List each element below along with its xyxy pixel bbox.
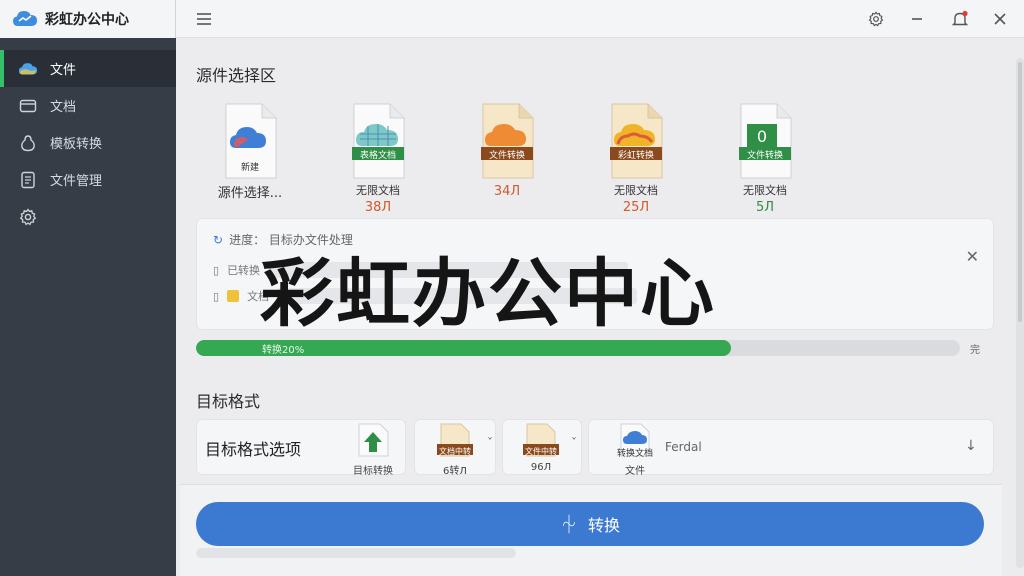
gear-icon bbox=[18, 207, 38, 227]
minimize-button[interactable] bbox=[905, 7, 929, 31]
source-file-card[interactable]: 新建 源件选择... bbox=[200, 102, 300, 201]
main-content: 源件选择区 新建 源件选择... 表格文档 无限文档 38Л 文件转换 34Л … bbox=[176, 38, 1024, 576]
close-window-button[interactable] bbox=[988, 7, 1012, 31]
file-icon: ▯ bbox=[213, 263, 220, 277]
sidebar-item-label: 文件管理 bbox=[50, 174, 103, 189]
app-title: 彩虹办公中心 bbox=[45, 12, 129, 28]
upload-arrow-icon bbox=[358, 423, 389, 457]
source-file-card[interactable]: 彩虹转换 无限文档 25Л bbox=[586, 102, 686, 215]
notification-button[interactable] bbox=[948, 7, 972, 31]
file-caption: 无限文档 bbox=[743, 184, 787, 197]
hamburger-icon bbox=[197, 13, 211, 25]
top-bar bbox=[176, 0, 1024, 38]
folder-icon bbox=[18, 96, 38, 116]
file-caption: 无限文档 bbox=[356, 184, 400, 197]
sidebar-item-label: 文档 bbox=[50, 100, 77, 115]
source-file-card[interactable]: 0 文件转换 无限文档 5Л bbox=[715, 102, 815, 215]
target-format-item: 文档中转 6转Л bbox=[429, 422, 481, 477]
format-caption: 96Л bbox=[530, 462, 552, 473]
sidebar: 彩虹办公中心 文件 文档 模板转换 文件管理 bbox=[0, 0, 176, 576]
format-caption: 文件 bbox=[625, 466, 645, 477]
minimize-icon bbox=[912, 18, 922, 20]
bell-icon bbox=[951, 10, 969, 26]
rainbow-file-icon: 彩虹转换 bbox=[608, 102, 664, 180]
file-badge: 新建 bbox=[240, 163, 259, 173]
convert-icon: ⏆ bbox=[559, 515, 578, 536]
format-caption: 目标转换 bbox=[353, 466, 393, 477]
sidebar-item-docs[interactable]: 文档 bbox=[0, 87, 176, 124]
close-icon bbox=[994, 13, 1006, 25]
target-format-card[interactable]: 文档中转 6转Л ˇ bbox=[414, 419, 496, 477]
svg-text:0: 0 bbox=[757, 127, 767, 146]
target-format-select[interactable]: 转换文档 文件 Ferdal ↓ bbox=[588, 419, 994, 477]
file-caption: 源件选择... bbox=[217, 186, 283, 201]
target-format-item: 转换文档 文件 bbox=[609, 422, 661, 477]
folder-icon bbox=[227, 290, 240, 302]
app-brand: 彩虹办公中心 bbox=[0, 0, 176, 38]
orange-file-icon: 文件转换 bbox=[479, 102, 535, 180]
target-format-item: 文件中转 96Л bbox=[515, 422, 567, 473]
format-dropdown-value: Ferdal bbox=[665, 440, 702, 454]
file-icon: ▯ bbox=[213, 289, 220, 303]
target-section-title: 目标格式 bbox=[196, 392, 261, 411]
task-row-label: 已转换 bbox=[227, 264, 261, 277]
target-option-label: 目标格式选项 bbox=[205, 440, 302, 459]
format-caption: 6转Л bbox=[443, 466, 467, 477]
format-badge: 转换文档 bbox=[616, 449, 653, 459]
refresh-icon: ↻ bbox=[213, 232, 224, 247]
file-size: 38Л bbox=[364, 200, 392, 215]
file-caption: 无限文档 bbox=[614, 184, 658, 197]
cloud-file-icon: 新建 bbox=[222, 102, 278, 180]
chevron-down-icon: ˇ bbox=[571, 436, 577, 450]
document-icon bbox=[18, 170, 38, 190]
file-badge: 文件转换 bbox=[746, 151, 783, 161]
file-size: 34Л bbox=[493, 184, 521, 199]
chevron-down-icon: ˇ bbox=[487, 436, 493, 450]
format-badge: 文档中转 bbox=[439, 447, 471, 456]
sidebar-nav: 文件 文档 模板转换 文件管理 bbox=[0, 50, 176, 235]
convert-button[interactable]: ⏆ 转换 bbox=[196, 502, 984, 546]
target-format-panel: 目标格式选项 目标转换 bbox=[196, 419, 406, 477]
progress-end-label: 完 bbox=[970, 345, 980, 356]
sidebar-item-files[interactable]: 文件 bbox=[0, 50, 176, 87]
cloud-icon bbox=[18, 59, 38, 79]
settings-button[interactable] bbox=[864, 7, 888, 31]
close-task-button[interactable]: ✕ bbox=[966, 247, 979, 266]
source-file-card[interactable]: 表格文档 无限文档 38Л bbox=[328, 102, 428, 215]
vertical-scrollbar-thumb[interactable] bbox=[1018, 62, 1022, 322]
horizontal-scrollbar[interactable] bbox=[196, 548, 516, 558]
sidebar-item-label: 模板转换 bbox=[50, 137, 103, 152]
app-logo-icon bbox=[13, 11, 37, 26]
overlay-title: 彩虹办公中心 bbox=[260, 251, 716, 337]
sidebar-item-settings[interactable] bbox=[0, 198, 176, 235]
download-icon[interactable]: ↓ bbox=[965, 438, 977, 454]
source-file-card[interactable]: 文件转换 34Л bbox=[457, 102, 557, 199]
menu-button[interactable] bbox=[192, 7, 216, 31]
file-size: 5Л bbox=[755, 200, 775, 215]
convert-label: 转换 bbox=[587, 516, 620, 535]
sidebar-item-template-convert[interactable]: 模板转换 bbox=[0, 124, 176, 161]
target-format-green[interactable]: 目标转换 bbox=[353, 422, 393, 477]
file-badge: 彩虹转换 bbox=[617, 151, 654, 161]
conversion-progress-bar bbox=[196, 340, 960, 356]
format-badge: 文件中转 bbox=[525, 447, 557, 456]
sidebar-item-label: 文件 bbox=[50, 63, 77, 78]
file-size: 25Л bbox=[622, 200, 650, 215]
target-format-card[interactable]: 文件中转 96Л ˇ bbox=[502, 419, 582, 475]
file-badge: 文件转换 bbox=[488, 151, 525, 161]
progress-label: 转换20% bbox=[262, 345, 305, 356]
gear-icon bbox=[868, 11, 884, 27]
pear-icon bbox=[18, 133, 38, 153]
file-badge: 表格文档 bbox=[359, 151, 396, 161]
spreadsheet-file-icon: 表格文档 bbox=[350, 102, 406, 180]
excel-file-icon: 0 文件转换 bbox=[737, 102, 793, 180]
sidebar-item-file-manage[interactable]: 文件管理 bbox=[0, 161, 176, 198]
source-section-title: 源件选择区 bbox=[196, 66, 277, 85]
